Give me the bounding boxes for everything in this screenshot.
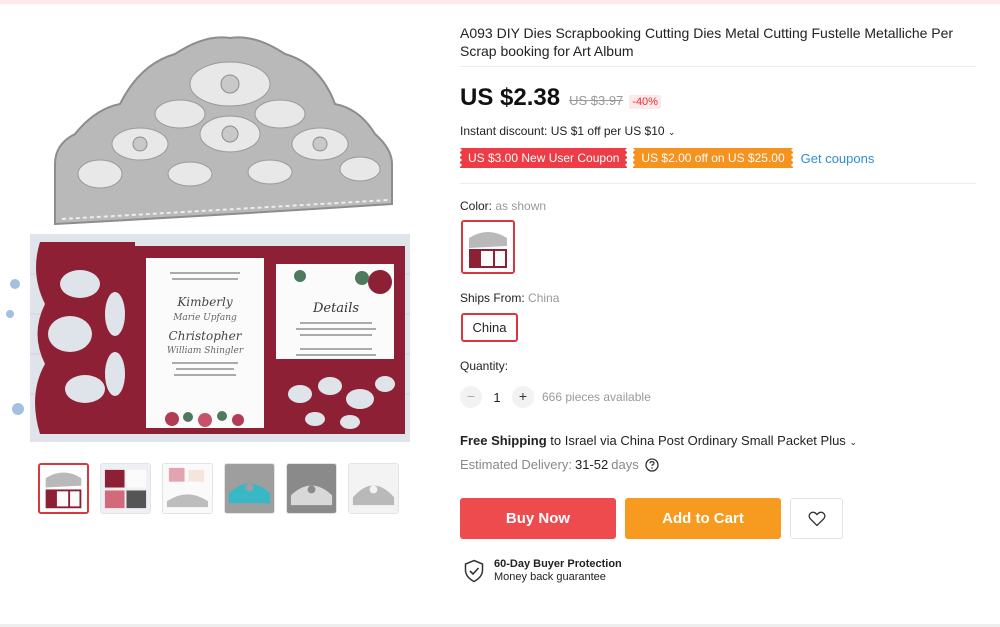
svg-text:William Shingler: William Shingler — [167, 346, 244, 356]
svg-text:Details: Details — [312, 301, 359, 316]
color-label-text: Color: — [460, 199, 493, 213]
buyer-protection-text: 60-Day Buyer Protection Money back guara… — [494, 558, 622, 583]
chevron-down-icon: ⌄ — [849, 437, 857, 447]
thumbnail-5[interactable] — [286, 463, 337, 514]
coupon-new-user[interactable]: US $3.00 New User Coupon — [460, 148, 628, 168]
metal-die-image — [54, 36, 393, 226]
discount-badge: -40% — [629, 95, 661, 109]
color-label: Color: as shown — [460, 199, 546, 213]
help-icon[interactable] — [645, 457, 659, 472]
shipping-details: to Israel via China Post Ordinary Small … — [550, 433, 846, 448]
thumbnail-1[interactable] — [38, 463, 89, 514]
ships-from-label: Ships From: China — [460, 291, 559, 305]
product-title: A093 DIY Dies Scrapbooking Cutting Dies … — [460, 25, 954, 59]
invitation-card-photo: Kimberly Marie Upfang Christopher Willia… — [0, 232, 440, 454]
estimated-delivery: Estimated Delivery: 31-52 days — [460, 457, 659, 472]
buyer-protection-title: 60-Day Buyer Protection — [494, 558, 622, 570]
color-value: as shown — [495, 199, 547, 213]
instant-discount-text: Instant discount: US $1 off per US $10 — [460, 124, 665, 138]
chevron-down-icon: ⌄ — [667, 127, 676, 137]
estimated-delivery-unit: days — [611, 457, 639, 472]
current-price: US $2.38 — [460, 84, 561, 111]
color-swatch-as-shown[interactable] — [461, 220, 515, 274]
ships-from-china-option[interactable]: China — [461, 313, 518, 342]
decrease-quantity-button[interactable]: − — [460, 386, 482, 408]
buyer-protection: 60-Day Buyer Protection Money back guara… — [463, 558, 622, 583]
price-row: US $2.38 US $3.97 -40% — [460, 84, 661, 112]
estimated-delivery-label: Estimated Delivery: — [460, 457, 572, 472]
divider — [460, 183, 976, 184]
svg-text:Marie Upfang: Marie Upfang — [172, 313, 237, 323]
thumbnail-2[interactable] — [100, 463, 151, 514]
coupon-row: US $3.00 New User Coupon US $2.00 off on… — [460, 148, 874, 168]
buyer-protection-subtitle: Money back guarantee — [494, 571, 606, 583]
thumbnail-3[interactable] — [162, 463, 213, 514]
ships-from-label-text: Ships From: — [460, 291, 525, 305]
svg-text:Kimberly: Kimberly — [176, 295, 233, 309]
ships-from-value: China — [528, 291, 560, 305]
estimated-delivery-value: 31-52 — [574, 457, 609, 472]
instant-discount[interactable]: Instant discount: US $1 off per US $10 ⌄ — [460, 124, 675, 138]
heart-icon — [808, 511, 825, 526]
shield-check-icon — [464, 559, 484, 582]
get-coupons-link[interactable]: Get coupons — [801, 151, 875, 166]
original-price: US $3.97 — [569, 93, 624, 108]
available-stock: 666 pieces available — [542, 390, 651, 404]
thumbnail-4[interactable] — [224, 463, 275, 514]
add-to-cart-button[interactable]: Add to Cart — [625, 498, 781, 539]
product-info: A093 DIY Dies Scrapbooking Cutting Dies … — [460, 24, 978, 60]
divider — [460, 66, 976, 67]
wishlist-button[interactable] — [790, 498, 843, 539]
coupon-spend-save[interactable]: US $2.00 off on US $25.00 — [633, 148, 793, 168]
thumbnail-6[interactable] — [348, 463, 399, 514]
top-accent-bar — [0, 0, 1000, 4]
quantity-input[interactable]: 1 — [482, 390, 512, 405]
thumbnail-strip — [38, 463, 399, 514]
main-product-image[interactable]: Kimberly Marie Upfang Christopher Willia… — [0, 14, 440, 454]
buy-now-button[interactable]: Buy Now — [460, 498, 616, 539]
svg-text:Christopher: Christopher — [169, 329, 243, 343]
product-gallery: Kimberly Marie Upfang Christopher Willia… — [0, 14, 440, 524]
shipping-info[interactable]: Free Shipping to Israel via China Post O… — [460, 433, 857, 448]
quantity-label: Quantity: — [460, 359, 509, 373]
increase-quantity-button[interactable]: + — [512, 386, 534, 408]
quantity-stepper: − 1 + 666 pieces available — [460, 386, 651, 408]
free-shipping-label: Free Shipping — [460, 433, 547, 448]
